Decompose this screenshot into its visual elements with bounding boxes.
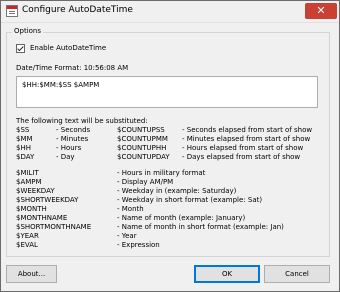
token-shortweekday-desc: - Weekday in short format (example: Sat) (117, 196, 263, 204)
token-mm-desc: - Minutes (56, 135, 89, 143)
title-bar[interactable]: Configure AutoDateTime ✕ (1, 1, 339, 23)
options-group-label: Options (12, 27, 44, 35)
token-month: $MONTH (16, 205, 47, 213)
app-icon (6, 5, 18, 17)
token-countupss: $COUNTUPSS (117, 126, 165, 134)
token-milit: $MILIT (16, 169, 39, 177)
cancel-button[interactable]: Cancel (264, 265, 330, 283)
token-shortmonthname-desc: - Name of month in short format (example… (117, 223, 284, 231)
token-ss: $SS (16, 126, 30, 134)
token-day: $DAY (16, 153, 35, 161)
window-title: Configure AutoDateTime (22, 5, 133, 15)
token-countupday: $COUNTUPDAY (117, 153, 170, 161)
token-ss-desc: - Seconds (56, 126, 91, 134)
token-countupmm: $COUNTUPMM (117, 135, 168, 143)
token-year-desc: - Year (117, 232, 137, 240)
token-countupday-desc: - Days elapsed from start of show (182, 153, 301, 161)
token-day-desc: - Day (56, 153, 75, 161)
token-countuphh: $COUNTUPHH (117, 144, 167, 152)
token-monthname-desc: - Name of month (example: January) (117, 214, 246, 222)
ok-button[interactable]: OK (194, 265, 260, 283)
token-shortmonthname: $SHORTMONTHNAME (16, 223, 92, 231)
format-label: Date/Time Format: 10:56:08 AM (16, 64, 129, 72)
token-countupmm-desc: - Minutes elapsed from start of show (182, 135, 311, 143)
token-ampm-desc: - Display AM/PM (117, 178, 174, 186)
token-countupss-desc: - Seconds elapsed from start of show (182, 126, 313, 134)
substitutions-label: The following text will be substituted: (16, 117, 148, 125)
close-button[interactable]: ✕ (305, 3, 337, 19)
token-ampm: $AMPM (16, 178, 42, 186)
token-eval-desc: - Expression (117, 241, 160, 249)
enable-checkbox[interactable] (16, 44, 25, 53)
token-shortweekday: $SHORTWEEKDAY (16, 196, 79, 204)
token-month-desc: - Month (117, 205, 144, 213)
token-year: $YEAR (16, 232, 39, 240)
about-button[interactable]: About... (6, 265, 57, 283)
token-countuphh-desc: - Hours elapsed from start of show (182, 144, 304, 152)
enable-checkbox-label[interactable]: Enable AutoDateTime (30, 44, 106, 52)
token-weekday-desc: - Weekday in (example: Saturday) (117, 187, 237, 195)
token-hh: $HH (16, 144, 31, 152)
token-milit-desc: - Hours in military format (117, 169, 206, 177)
token-mm: $MM (16, 135, 33, 143)
token-eval: $EVAL (16, 241, 38, 249)
token-weekday: $WEEKDAY (16, 187, 55, 195)
token-hh-desc: - Hours (56, 144, 82, 152)
token-monthname: $MONTHNAME (16, 214, 68, 222)
format-input[interactable]: $HH:$MM:$SS $AMPM (16, 76, 318, 108)
